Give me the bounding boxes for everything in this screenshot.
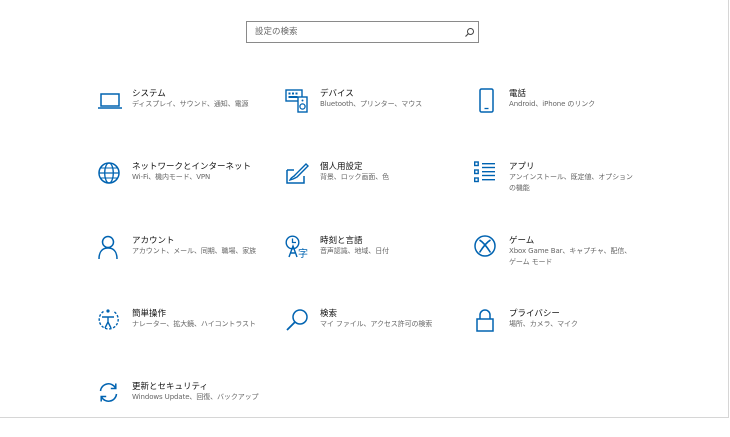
lock-icon: [474, 308, 500, 334]
tile-apps[interactable]: アプリ アンインストール、既定値、オプションの機能: [474, 161, 659, 217]
tile-description: Android、iPhone のリンク: [509, 100, 596, 108]
tile-accounts[interactable]: アカウント アカウント、メール、同期、職場、家族: [97, 235, 282, 291]
tile-description: 背景、ロック画面、色: [320, 173, 389, 181]
tile-description: Windows Update、回復、バックアップ: [132, 393, 259, 401]
tile-description: ナレーター、拡大鏡、ハイコントラスト: [132, 320, 256, 328]
xbox-icon: [474, 235, 500, 261]
phone-icon: [474, 88, 500, 114]
tile-system[interactable]: システム ディスプレイ、サウンド、通知、電源: [97, 88, 282, 144]
magnifier-icon: [285, 308, 311, 334]
tile-personalization[interactable]: 個人用設定 背景、ロック画面、色: [285, 161, 470, 217]
tile-gaming[interactable]: ゲーム Xbox Game Bar、キャプチャ、配信、ゲーム モード: [474, 235, 659, 291]
search-icon[interactable]: [460, 22, 478, 42]
person-icon: [97, 235, 123, 261]
tile-description: Xbox Game Bar、キャプチャ、配信、ゲーム モード: [509, 247, 632, 266]
svg-text:字: 字: [298, 247, 308, 260]
tile-description: アンインストール、既定値、オプションの機能: [509, 173, 633, 192]
tile-description: Bluetooth、プリンター、マウス: [320, 100, 423, 108]
tile-devices[interactable]: デバイス Bluetooth、プリンター、マウス: [285, 88, 470, 144]
sync-arrows-icon: [97, 381, 123, 407]
tile-search[interactable]: 検索 マイ ファイル、アクセス許可の検索: [285, 308, 470, 364]
keyboard-speaker-icon: [285, 88, 311, 114]
laptop-icon: [97, 88, 123, 114]
tile-phone[interactable]: 電話 Android、iPhone のリンク: [474, 88, 659, 144]
time-language-icon: 字: [285, 235, 311, 261]
apps-list-icon: [474, 161, 500, 187]
tile-description: 音声認識、地域、日付: [320, 247, 389, 255]
tile-privacy[interactable]: プライバシー 場所、カメラ、マイク: [474, 308, 659, 364]
globe-icon: [97, 161, 123, 187]
tile-update-security[interactable]: 更新とセキュリティ Windows Update、回復、バックアップ: [97, 381, 282, 437]
tile-description: 場所、カメラ、マイク: [509, 320, 578, 328]
tile-time-language[interactable]: 字 時刻と言語 音声認識、地域、日付: [285, 235, 470, 291]
tile-network[interactable]: ネットワークとインターネット Wi-Fi、機内モード、VPN: [97, 161, 282, 217]
settings-window: システム ディスプレイ、サウンド、通知、電源 デバイス Bluetooth、プリ…: [0, 0, 729, 418]
tile-description: Wi-Fi、機内モード、VPN: [132, 173, 211, 181]
tile-description: アカウント、メール、同期、職場、家族: [132, 247, 257, 255]
search-input[interactable]: [247, 22, 460, 42]
tile-ease-of-access[interactable]: 簡単操作 ナレーター、拡大鏡、ハイコントラスト: [97, 308, 282, 364]
paintbrush-icon: [285, 161, 311, 187]
ease-of-access-icon: [97, 308, 123, 334]
tile-description: マイ ファイル、アクセス許可の検索: [320, 320, 433, 328]
search-box[interactable]: [246, 21, 479, 43]
tile-description: ディスプレイ、サウンド、通知、電源: [132, 100, 249, 108]
